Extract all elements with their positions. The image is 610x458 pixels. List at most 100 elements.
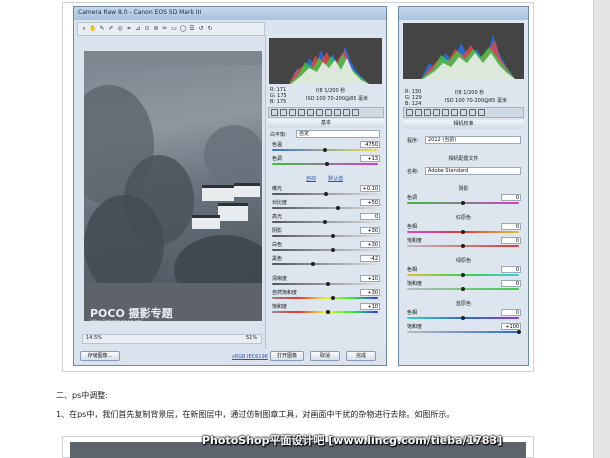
basic-clarity-value-field[interactable]: +10	[360, 275, 380, 282]
basic-saturation-slider-track[interactable]	[272, 311, 378, 313]
basic-shadows-slider-track[interactable]	[272, 235, 378, 237]
calibration-3-1-value-field[interactable]: +100	[501, 323, 521, 330]
basic-highlights-value-field[interactable]: 0	[360, 213, 380, 220]
tab-detail-2[interactable]	[424, 109, 431, 116]
basic-vibrance-slider-thumb[interactable]	[331, 296, 336, 300]
basic-exposure-slider-thumb[interactable]	[324, 192, 329, 196]
red-eye-icon[interactable]: ⊚	[152, 25, 160, 33]
straighten-icon[interactable]: ⊿	[134, 25, 142, 33]
basic-blacks-slider-track[interactable]	[272, 263, 378, 265]
calibration-3-0-value-field[interactable]: 0	[501, 309, 521, 316]
basic-blacks-value-field[interactable]: -42	[360, 255, 380, 262]
tab-split-toning-2[interactable]	[442, 109, 449, 116]
adjustment-panel: R: 171 G: 175 B: 175 f/8 1/200 秒 ISO 100…	[265, 35, 386, 349]
cancel-button[interactable]: 取消	[310, 351, 340, 361]
save-image-button[interactable]: 存储图像...	[80, 351, 120, 361]
workflow-options-link[interactable]: sRGB IEC6196	[232, 354, 268, 360]
open-image-button[interactable]: 打开图像	[270, 351, 304, 361]
tab-camera-calibration-2[interactable]	[469, 109, 476, 116]
basic-contrast-value-field[interactable]: +50	[360, 199, 380, 206]
tab-split-toning[interactable]	[307, 109, 314, 116]
rotate-right-icon[interactable]: ↻	[206, 25, 214, 33]
calibration-2-0-slider-thumb[interactable]	[461, 273, 465, 277]
tab-lens-2[interactable]	[451, 109, 458, 116]
preview-photo[interactable]	[84, 65, 262, 283]
color-sampler-icon[interactable]: ✐	[107, 25, 115, 33]
default-link[interactable]: 默认值	[328, 175, 343, 182]
basic-saturation-slider-thumb[interactable]	[326, 310, 331, 314]
calibration-2-1-slider-thumb[interactable]	[461, 287, 465, 291]
basic-clarity-slider-track[interactable]	[272, 283, 378, 285]
calibration-2-0-value-field[interactable]: 0	[501, 266, 521, 273]
basic-whites-slider-thumb[interactable]	[331, 248, 336, 252]
tab-basic[interactable]	[271, 109, 278, 116]
calibration-1-1-slider-thumb[interactable]	[461, 244, 465, 248]
spot-removal-icon[interactable]: ⊙	[143, 25, 151, 33]
graduated-filter-icon[interactable]: ▭	[170, 25, 178, 33]
calibration-1-1-value-field[interactable]: 0	[501, 237, 521, 244]
calibration-0-0-value-field[interactable]: 0	[501, 194, 521, 201]
calibration-1-0-slider-thumb[interactable]	[461, 230, 465, 234]
tab-effects-2[interactable]	[460, 109, 467, 116]
basic-temp-slider-thumb[interactable]	[323, 148, 327, 152]
camera-raw-window: Camera Raw 8.0 - Canon EOS 5D Mark III ⌕…	[73, 6, 387, 366]
basic-contrast-slider-thumb[interactable]	[335, 206, 340, 210]
readout-b: B: 175	[270, 99, 287, 105]
tab-tone-curve-2[interactable]	[415, 109, 422, 116]
basic-blacks-slider-thumb[interactable]	[311, 262, 316, 266]
window-title: Camera Raw 8.0 - Canon EOS 5D Mark III	[74, 7, 386, 20]
basic-shadows-value-field[interactable]: +30	[360, 227, 380, 234]
calibration-3-1-slider-thumb[interactable]	[517, 330, 521, 334]
auto-link[interactable]: 自动	[306, 175, 316, 182]
calibration-3-1-slider-track[interactable]	[407, 331, 519, 333]
radial-filter-icon[interactable]: ◯	[179, 25, 187, 33]
basic-saturation-value-field[interactable]: +10	[360, 303, 380, 310]
brush-icon[interactable]: ✏	[161, 25, 169, 33]
tab-lens[interactable]	[316, 109, 323, 116]
done-button[interactable]: 完成	[346, 351, 376, 361]
rotate-left-icon[interactable]: ↺	[197, 25, 205, 33]
tab-tone-curve[interactable]	[280, 109, 287, 116]
calibration-0-0-label: 色调	[407, 195, 418, 201]
page-scrollbar[interactable]	[593, 0, 610, 458]
basic-clarity-slider-thumb[interactable]	[326, 282, 331, 286]
calibration-0-0-slider-thumb[interactable]	[461, 201, 465, 205]
tab-presets[interactable]	[343, 109, 350, 116]
tab-basic-2[interactable]	[406, 109, 413, 116]
basic-exposure-label: 曝光	[272, 186, 283, 192]
basic-highlights-slider-thumb[interactable]	[323, 220, 327, 224]
basic-whites-slider-track[interactable]	[272, 249, 378, 251]
white-balance-icon[interactable]: ✎	[98, 25, 106, 33]
hand-icon[interactable]: ✋	[89, 25, 97, 33]
tab-hsl[interactable]	[298, 109, 305, 116]
zoom-icon[interactable]: ⌕	[80, 25, 88, 33]
basic-tint-value-field[interactable]: +13	[360, 155, 380, 162]
tab-snapshots[interactable]	[352, 109, 359, 116]
preferences-icon[interactable]: ☰	[188, 25, 196, 33]
tab-camera-calibration[interactable]	[334, 109, 341, 116]
calibration-section-heading: 绿原色	[455, 258, 471, 264]
calibration-3-0-slider-thumb[interactable]	[461, 316, 465, 320]
basic-shadows-slider-thumb[interactable]	[331, 234, 336, 238]
basic-whites-value-field[interactable]: +30	[360, 241, 380, 248]
basic-vibrance-slider-track[interactable]	[272, 297, 378, 299]
target-adjust-icon[interactable]: ◎	[116, 25, 124, 33]
tab-hsl-2[interactable]	[433, 109, 440, 116]
basic-whites-slider-row: 白色 +30	[270, 241, 382, 253]
basic-temp-value-field[interactable]: 4750	[360, 141, 380, 148]
basic-contrast-slider-track[interactable]	[272, 207, 378, 209]
profile-select[interactable]: Adobe Standard	[425, 167, 521, 175]
calibration-2-1-value-field[interactable]: 0	[501, 280, 521, 287]
tab-presets-2[interactable]	[478, 109, 485, 116]
basic-exposure-value-field[interactable]: +0.10	[360, 185, 380, 192]
calibration-1-0-value-field[interactable]: 0	[501, 223, 521, 230]
basic-tint-slider-thumb[interactable]	[325, 162, 330, 166]
tab-detail[interactable]	[289, 109, 296, 116]
process-select[interactable]: 2012 (当前)	[425, 136, 521, 144]
basic-vibrance-value-field[interactable]: +30	[360, 289, 380, 296]
zoom-level[interactable]: 14.5%	[86, 335, 102, 341]
white-balance-select[interactable]: 自定	[296, 130, 380, 138]
crop-icon[interactable]: ⌗	[125, 25, 133, 33]
basic-contrast-slider-row: 对比度 +50	[270, 199, 382, 211]
tab-effects[interactable]	[325, 109, 332, 116]
